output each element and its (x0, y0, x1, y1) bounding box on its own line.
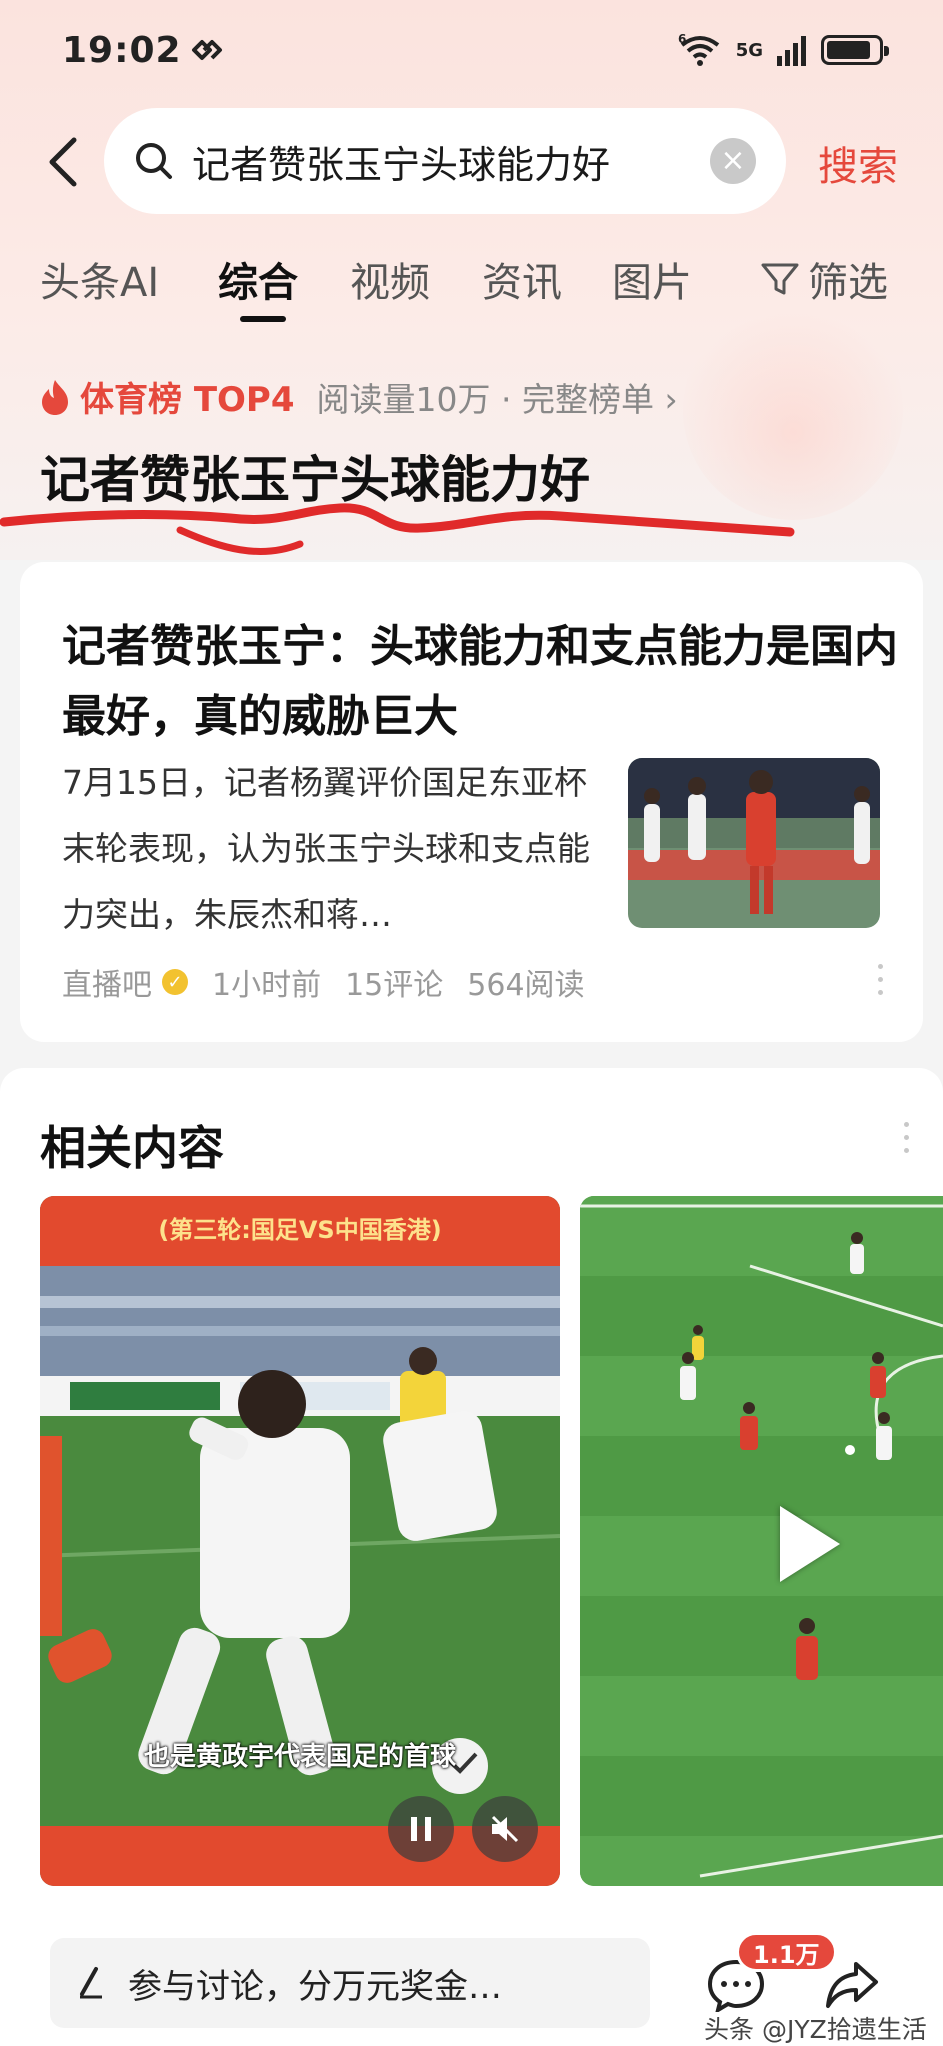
related-video-2[interactable] (580, 1196, 943, 1886)
result-tabs: 头条AI 综合 视频 资讯 图片 筛选 (0, 250, 943, 322)
back-arrow-icon[interactable] (40, 134, 90, 190)
video-caption: 也是黄政宇代表国足的首球 (143, 1742, 456, 1772)
article-summary: 7月15日，记者杨翼评价国足东亚杯末轮表现，认为张玉宁头球和支点能力突出，朱辰杰… (62, 763, 590, 934)
share-icon[interactable] (824, 1956, 880, 2012)
football-players-image (628, 758, 880, 928)
tab-filter[interactable]: 筛选 (760, 250, 888, 308)
clear-icon[interactable]: × (710, 138, 756, 184)
pen-icon (80, 1967, 102, 1999)
rank-meta-link[interactable]: 阅读量10万 · 完整榜单 › (317, 373, 678, 421)
comment-placeholder: 参与讨论，分万元奖金… (128, 1966, 502, 2007)
related-more-icon[interactable] (904, 1122, 909, 1153)
article-thumbnail[interactable] (628, 758, 880, 928)
search-row: 记者赞张玉宁头球能力好 × 搜索 (0, 108, 943, 214)
rank-name: 体育榜 TOP4 (80, 380, 295, 420)
verified-badge-icon: ✓ (162, 969, 188, 995)
video-frame-image (40, 1196, 560, 1886)
search-query[interactable]: 记者赞张玉宁头球能力好 (192, 134, 710, 189)
search-icon (136, 143, 172, 179)
network-label: 5G (735, 39, 763, 61)
hot-rank-row[interactable]: 体育榜 TOP4 阅读量10万 · 完整榜单 › (40, 372, 678, 421)
notification-icon (191, 40, 222, 60)
status-bar: 19:02 6 5G (0, 0, 943, 100)
search-button[interactable]: 搜索 (818, 134, 898, 192)
tab-video[interactable]: 视频 (350, 250, 430, 308)
article-meta: 直播吧 ✓ 1小时前 15评论 564阅读 (62, 960, 585, 1004)
clock-text: 19:02 (62, 29, 182, 71)
article-source[interactable]: 直播吧 (62, 960, 152, 1004)
active-tab-indicator (240, 316, 286, 322)
muted-speaker-icon (491, 1815, 519, 1843)
video-banner: (第三轮:国足VS中国香港) (158, 1216, 442, 1244)
signal-icon (777, 36, 806, 66)
related-video-1[interactable]: (第三轮:国足VS中国香港) 也是黄政宇代表国足的首球 (40, 1196, 560, 1886)
comment-input[interactable]: 参与讨论，分万元奖金… (50, 1938, 650, 2028)
tab-toutiao-ai[interactable]: 头条AI (40, 250, 159, 308)
pause-icon (411, 1817, 431, 1841)
article-time: 1小时前 (212, 968, 322, 1003)
filter-icon (761, 263, 799, 295)
article-title[interactable]: 记者赞张玉宁：头球能力和支点能力是国内最好，真的威胁巨大 (62, 612, 902, 752)
article-comments: 15评论 (345, 968, 444, 1003)
battery-level (827, 41, 870, 59)
video-frame-image (580, 1196, 943, 1886)
watermark: 头条 @JYZ拾遗生活 (704, 2015, 927, 2044)
wifi-icon: 6 (678, 33, 719, 66)
filter-label: 筛选 (808, 260, 888, 306)
tab-images[interactable]: 图片 (612, 250, 692, 308)
status-icons: 6 5G (678, 33, 889, 67)
related-title: 相关内容 (40, 1121, 224, 1175)
related-section: 相关内容 (第三轮:国足VS中国香港) 也是黄政宇代表国足的首球 (0, 1068, 943, 1928)
article-card[interactable]: 记者赞张玉宁：头球能力和支点能力是国内最好，真的威胁巨大 7月15日，记者杨翼评… (20, 562, 923, 1042)
article-reads: 564阅读 (467, 968, 585, 1003)
status-time: 19:02 (62, 30, 224, 71)
mute-button[interactable] (472, 1796, 538, 1862)
more-options-icon[interactable] (878, 964, 883, 995)
bottom-bar: 参与讨论，分万元奖金… 1.1万 头条 @JYZ拾遗生活 (0, 1928, 943, 2046)
play-icon[interactable] (780, 1506, 840, 1582)
comment-count-badge: 1.1万 (736, 1932, 837, 1972)
battery-icon (821, 35, 889, 65)
tab-all[interactable]: 综合 (218, 250, 298, 308)
pause-button[interactable] (388, 1796, 454, 1862)
tab-news[interactable]: 资讯 (482, 250, 562, 308)
search-input[interactable]: 记者赞张玉宁头球能力好 × (104, 108, 786, 214)
fire-icon (42, 379, 68, 415)
wifi-label: 6 (678, 33, 686, 46)
flame-decoration (683, 300, 903, 520)
